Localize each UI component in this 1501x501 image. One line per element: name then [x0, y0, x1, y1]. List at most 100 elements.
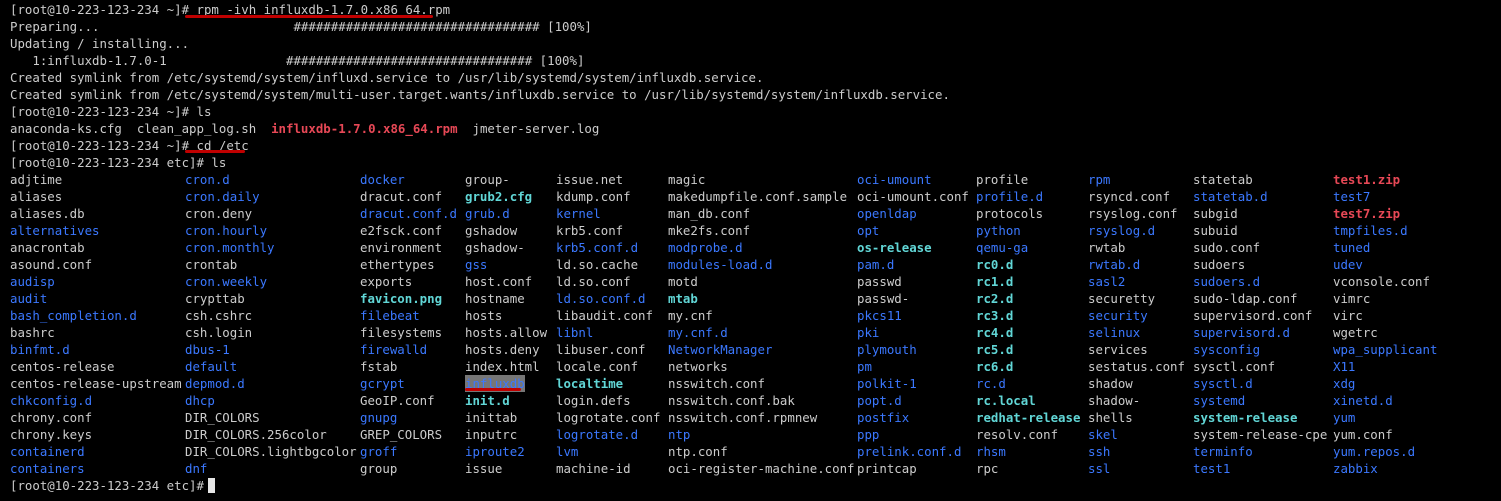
file-entry: yum.conf [1333, 427, 1393, 442]
file-entry: exports [360, 274, 413, 289]
file-entry: lvm [556, 444, 579, 459]
file-entry: makedumpfile.conf.sample [668, 189, 848, 204]
file-entry: containers [10, 461, 85, 476]
file-entry: pki [857, 325, 880, 340]
file-entry: dnf [185, 461, 208, 476]
file-entry: cron.deny [185, 206, 253, 221]
file-entry: sysctl.conf [1193, 359, 1276, 374]
terminal-text: [root@10-223-123-234 ~]# ls [10, 104, 212, 119]
file-entry: rwtab [1088, 240, 1126, 255]
file-entry: sysctl.d [1193, 376, 1253, 391]
file-entry: gshadow [465, 223, 518, 238]
file-entry: redhat-release [976, 410, 1081, 425]
file-entry: rc1.d [976, 274, 1014, 289]
file-entry: test1 [1193, 461, 1231, 476]
file-entry: favicon.png [360, 291, 443, 306]
file-entry: system-release [1193, 410, 1298, 425]
file-entry: selinux [1088, 325, 1141, 340]
file-entry: anacrontab [10, 240, 85, 255]
terminal-line: anaconda-ks.cfg clean_app_log.sh influxd… [10, 120, 599, 137]
file-entry: terminfo [1193, 444, 1253, 459]
file-entry: oci-umount [857, 172, 932, 187]
file-entry: crypttab [185, 291, 245, 306]
file-entry: cron.monthly [185, 240, 275, 255]
file-entry: group [360, 461, 398, 476]
file-entry: magic [668, 172, 706, 187]
file-entry: depmod.d [185, 376, 245, 391]
file-entry: dhcp [185, 393, 215, 408]
file-entry: issue [465, 461, 503, 476]
file-entry: sudo-ldap.conf [1193, 291, 1298, 306]
file-entry: kdump.conf [556, 189, 631, 204]
file-entry: issue.net [556, 172, 624, 187]
file-entry: skel [1088, 427, 1118, 442]
file-entry: plymouth [857, 342, 917, 357]
file-entry: gcrypt [360, 376, 405, 391]
shell-prompt: [root@10-223-123-234 etc]# [10, 478, 204, 493]
file-entry: groff [360, 444, 398, 459]
file-entry: opt [857, 223, 880, 238]
file-entry: DIR_COLORS [185, 410, 260, 425]
file-entry: modprobe.d [668, 240, 743, 255]
file-entry: ssl [1088, 461, 1111, 476]
terminal-text: influxdb-1.7.0.x86_64.rpm [271, 121, 458, 136]
file-entry: zabbix [1333, 461, 1378, 476]
terminal-line: Created symlink from /etc/systemd/system… [10, 86, 950, 103]
file-entry: inputrc [465, 427, 518, 442]
terminal-window[interactable]: [root@10-223-123-234 ~]# rpm -ivh influx… [0, 0, 1501, 501]
file-entry: group- [465, 172, 510, 187]
file-entry: audit [10, 291, 48, 306]
file-entry: systemd [1193, 393, 1246, 408]
file-entry: chrony.keys [10, 427, 93, 442]
file-entry: dracut.conf.d [360, 206, 457, 221]
terminal-text: 1:influxdb-1.7.0-1 #####################… [10, 53, 585, 68]
file-entry: subgid [1193, 206, 1238, 221]
file-entry: vconsole.conf [1333, 274, 1430, 289]
file-entry: e2fsck.conf [360, 223, 443, 238]
file-entry: test7 [1333, 189, 1371, 204]
file-entry: passwd [857, 274, 902, 289]
file-entry: default [185, 359, 238, 374]
file-entry: filesystems [360, 325, 443, 340]
file-entry: firewalld [360, 342, 428, 357]
file-entry: adjtime [10, 172, 63, 187]
file-entry: hostname [465, 291, 525, 306]
file-entry: filebeat [360, 308, 420, 323]
file-entry: locale.conf [556, 359, 639, 374]
file-entry: printcap [857, 461, 917, 476]
text-cursor [207, 478, 215, 493]
file-entry: cron.daily [185, 189, 260, 204]
file-entry: prelink.conf.d [857, 444, 962, 459]
file-entry: modules-load.d [668, 257, 773, 272]
file-entry: rsyslog.conf [1088, 206, 1178, 221]
file-entry: csh.login [185, 325, 253, 340]
file-entry: shells [1088, 410, 1133, 425]
file-entry: asound.conf [10, 257, 93, 272]
file-entry: dracut.conf [360, 189, 443, 204]
file-entry: pam.d [857, 257, 895, 272]
file-entry: openldap [857, 206, 917, 221]
prompt-line[interactable]: [root@10-223-123-234 etc]# [10, 477, 215, 494]
file-entry: tmpfiles.d [1333, 223, 1408, 238]
file-entry: rc3.d [976, 308, 1014, 323]
file-entry: logrotate.conf [556, 410, 661, 425]
terminal-text: anaconda-ks.cfg clean_app_log.sh [10, 121, 272, 136]
file-entry: shadow [1088, 376, 1133, 391]
terminal-line: 1:influxdb-1.7.0-1 #####################… [10, 52, 584, 69]
file-entry: audisp [10, 274, 55, 289]
file-entry: containerd [10, 444, 85, 459]
terminal-line: Updating / installing... [10, 35, 189, 52]
file-entry: docker [360, 172, 405, 187]
file-entry: rpm [1088, 172, 1111, 187]
file-entry: rsyncd.conf [1088, 189, 1171, 204]
file-entry: sudoers [1193, 257, 1246, 272]
terminal-text: Preparing... ###########################… [10, 19, 592, 34]
file-entry: csh.cshrc [185, 308, 253, 323]
file-entry: xdg [1333, 376, 1356, 391]
file-entry: my.cnf.d [668, 325, 728, 340]
file-entry: chrony.conf [10, 410, 93, 425]
file-entry: rc0.d [976, 257, 1014, 272]
file-entry: system-release-cpe [1193, 427, 1328, 442]
file-entry: security [1088, 308, 1148, 323]
file-entry: grub2.cfg [465, 189, 533, 204]
